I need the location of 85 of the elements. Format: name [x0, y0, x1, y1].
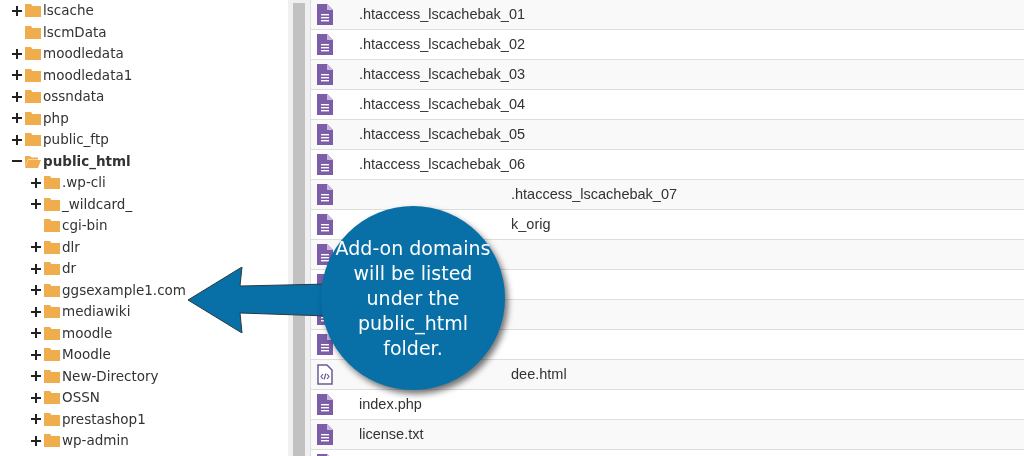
file-name[interactable]: .htaccess_lscachebak_07 [511, 183, 678, 206]
text-file-icon [317, 64, 333, 85]
text-file-icon [317, 94, 333, 115]
expand-icon[interactable] [31, 242, 41, 253]
expand-icon[interactable] [31, 414, 41, 425]
text-file-icon [317, 34, 333, 55]
expand-icon[interactable] [12, 113, 22, 124]
folder-name[interactable]: OSSN [62, 387, 100, 409]
expand-icon[interactable] [12, 134, 22, 145]
expand-icon[interactable] [31, 199, 41, 210]
folder-icon [44, 240, 60, 254]
folder-name[interactable]: ossndata [43, 86, 105, 108]
folder-icon [44, 197, 60, 211]
expand-icon[interactable] [31, 285, 41, 296]
expand-icon[interactable] [31, 306, 41, 317]
folder-name[interactable]: dr [62, 258, 77, 280]
folder-icon [44, 305, 60, 319]
folder-name[interactable]: Moodle [62, 344, 111, 366]
text-file-icon [317, 214, 333, 235]
folder-name[interactable]: moodledata1 [43, 64, 133, 86]
text-file-icon [317, 424, 333, 445]
folder-name[interactable]: php [43, 107, 69, 129]
folder-name[interactable]: mediawiki [62, 301, 131, 323]
text-file-icon [317, 124, 333, 145]
folder-icon [25, 133, 41, 147]
folder-icon [44, 283, 60, 297]
text-file-icon [317, 334, 333, 355]
file-name[interactable]: .htaccess_lscachebak_04 [359, 93, 526, 116]
expand-icon[interactable] [31, 435, 41, 446]
file-name[interactable]: .htaccess_lscachebak_01 [359, 3, 526, 26]
folder-name[interactable]: dlr [62, 236, 80, 258]
folder-icon [44, 412, 60, 426]
scrollbar-thumb[interactable] [293, 3, 305, 456]
open-folder-icon [25, 154, 41, 168]
file-name[interactable]: .htaccess_lscachebak_03 [359, 63, 526, 86]
folder-icon [25, 68, 41, 82]
file-name[interactable]: .htaccess_lscachebak_06 [359, 153, 526, 176]
folder-icon [44, 369, 60, 383]
expand-icon[interactable] [31, 328, 41, 339]
file-name[interactable]: dee.html [511, 363, 567, 386]
folder-icon [44, 434, 60, 448]
expand-icon[interactable] [12, 5, 22, 16]
text-file-icon [317, 184, 333, 205]
folder-icon [44, 391, 60, 405]
folder-name[interactable]: lscache [43, 0, 94, 22]
text-file-icon [317, 154, 333, 175]
file-name[interactable]: .htaccess_lscachebak_02 [359, 33, 526, 56]
folder-name[interactable]: cgi-bin [62, 215, 108, 237]
folder-icon [44, 262, 60, 276]
expand-icon[interactable] [31, 371, 41, 382]
folder-name[interactable]: moodledata [43, 43, 124, 65]
folder-name[interactable]: wp-admin [62, 430, 129, 452]
file-name[interactable]: index.php [359, 393, 422, 416]
expand-icon[interactable] [31, 392, 41, 403]
folder-icon [25, 4, 41, 18]
file-name[interactable]: .htaccess_lscachebak_05 [359, 123, 526, 146]
folder-icon [44, 326, 60, 340]
folder-icon [25, 90, 41, 104]
expand-icon[interactable] [31, 177, 41, 188]
expand-icon[interactable] [12, 70, 22, 81]
folder-name[interactable]: .wp-cli [62, 172, 106, 194]
folder-icon [25, 111, 41, 125]
text-file-icon [317, 4, 333, 25]
folder-name[interactable]: prestashop1 [62, 408, 146, 430]
text-file-icon [317, 394, 333, 415]
folder-icon [44, 176, 60, 190]
code-file-icon [317, 364, 333, 385]
folder-name[interactable]: _wildcard_ [62, 193, 133, 215]
expand-icon[interactable] [12, 91, 22, 102]
folder-name[interactable]: lscmData [43, 21, 107, 43]
expand-icon[interactable] [31, 263, 41, 274]
expand-icon[interactable] [31, 349, 41, 360]
folder-name[interactable]: New-Directory [62, 365, 159, 387]
folder-name[interactable]: public_html [43, 150, 131, 172]
folder-name[interactable]: ggsexample1.com [62, 279, 186, 301]
folder-name[interactable]: public_ftp [43, 129, 109, 151]
expand-icon[interactable] [12, 48, 22, 59]
folder-icon [25, 25, 41, 39]
file-name[interactable]: k_orig [511, 213, 551, 236]
folder-name[interactable]: moodle [62, 322, 113, 344]
text-file-icon [317, 244, 333, 265]
folder-icon [44, 348, 60, 362]
folder-icon [44, 219, 60, 233]
file-name[interactable]: license.txt [359, 423, 424, 446]
folder-icon [25, 47, 41, 61]
